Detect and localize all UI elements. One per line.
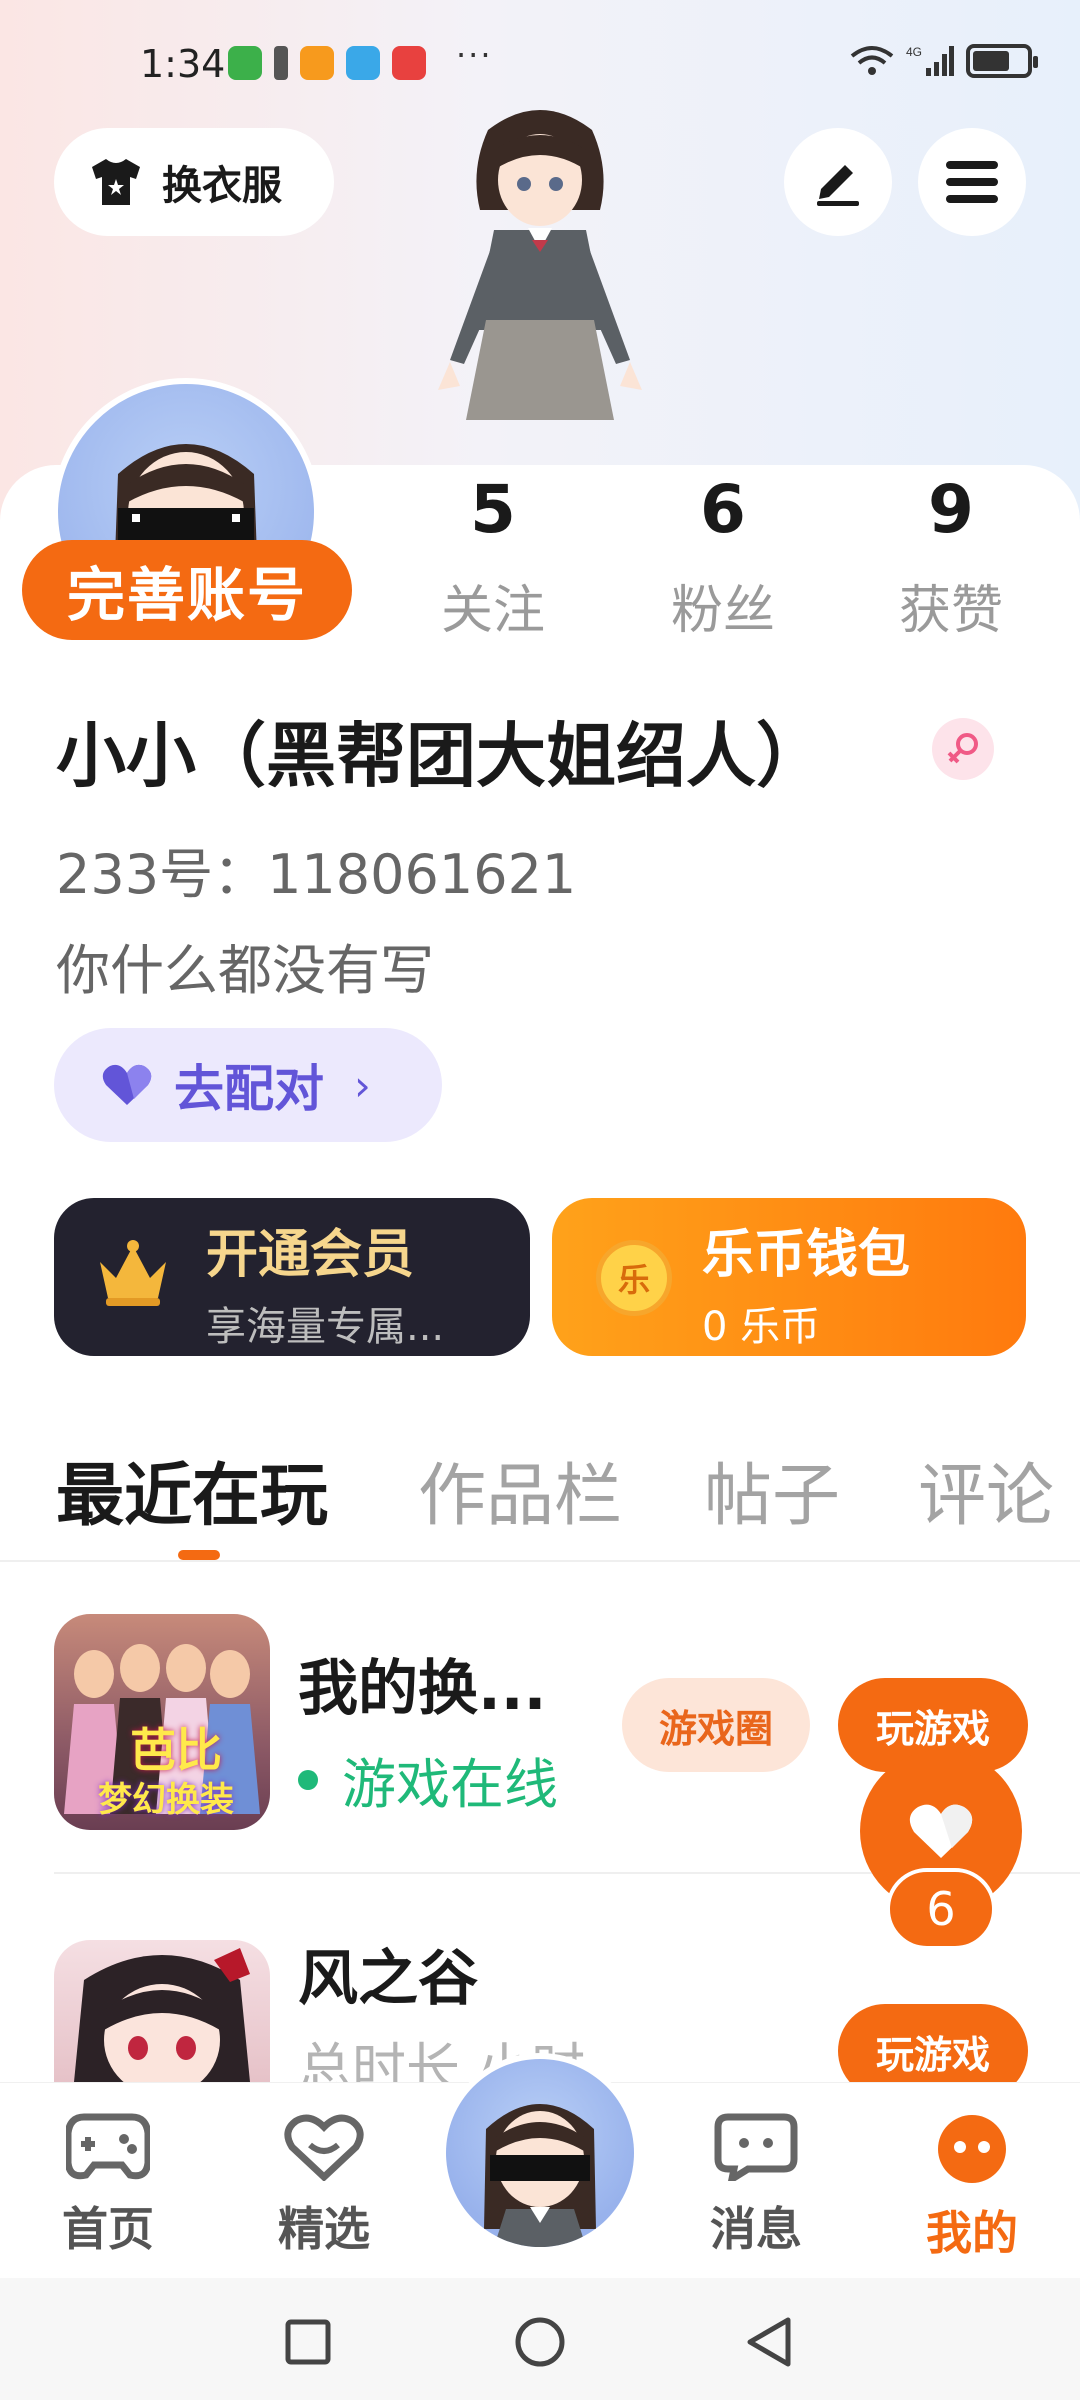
heart-icon	[102, 1064, 152, 1105]
wifi-icon	[850, 46, 894, 75]
vip-membership-card[interactable]: 开通会员 享海量专属...	[54, 1198, 530, 1356]
tab-posts[interactable]: 帖子	[704, 1440, 840, 1539]
change-outfit-button[interactable]: 换衣服	[54, 128, 334, 236]
username: 小小（黑帮团大姐绍人）	[56, 715, 826, 797]
game-circle-button[interactable]: 游戏圈	[622, 1678, 810, 1772]
change-outfit-label: 换衣服	[162, 163, 282, 209]
game-name[interactable]: 我的换...	[298, 1640, 546, 1727]
tab-comments[interactable]: 评论	[918, 1440, 1054, 1539]
nav-avatar-portrait	[484, 2104, 596, 2247]
user-id[interactable]: 233号：118061621	[56, 830, 576, 909]
heart-icon	[909, 1804, 973, 1858]
menu-button[interactable]	[918, 128, 1026, 236]
game-status-label: 游戏在线	[342, 1753, 558, 1816]
like-count-badge: 6	[886, 1868, 996, 1950]
likes-count: 9	[928, 471, 974, 548]
wallet-balance: 0 乐币	[702, 1304, 821, 1350]
vip-title: 开通会员	[206, 1225, 415, 1285]
go-match-label: 去配对	[174, 1060, 324, 1118]
app-notification-icon	[228, 46, 262, 80]
hamburger-menu-icon	[946, 161, 998, 203]
signal-icon: 4G	[906, 45, 954, 76]
pen-icon	[817, 165, 859, 206]
game-thumbnail[interactable]: 芭比 梦幻换装	[54, 1614, 270, 1830]
game-thumbnail-subtitle: 梦幻换装	[98, 1780, 234, 1820]
likes-label: 获赞	[898, 581, 1003, 641]
stat-likes[interactable]: 9 获赞	[856, 470, 1046, 643]
wallet-title: 乐币钱包	[702, 1225, 911, 1285]
game-thumbnail[interactable]	[54, 1940, 270, 2082]
stat-following[interactable]: 5 关注	[398, 470, 588, 643]
more-notifications-icon: ···	[456, 36, 493, 74]
complete-account-button[interactable]: 完善账号	[22, 540, 352, 640]
following-label: 关注	[440, 581, 545, 641]
nav-me-label: 我的	[926, 2206, 1018, 2260]
nav-home-label: 首页	[62, 2202, 154, 2256]
bottom-navigation: 首页 精选 消息 我的	[0, 2053, 1080, 2278]
female-gender-icon	[932, 718, 994, 780]
tab-works[interactable]: 作品栏	[418, 1440, 622, 1539]
back-triangle-icon[interactable]	[744, 2316, 794, 2368]
home-circle-icon[interactable]	[514, 2316, 566, 2368]
game-name[interactable]: 风之谷	[298, 1930, 478, 2017]
tab-recently-played[interactable]: 最近在玩	[56, 1440, 328, 1539]
stat-followers[interactable]: 6 粉丝	[628, 470, 818, 643]
tshirt-icon	[92, 159, 140, 205]
content-tabs: 最近在玩 作品栏 帖子 评论	[0, 1440, 1080, 1560]
notification-icons	[228, 46, 426, 80]
video-app-icon	[300, 46, 334, 80]
following-count: 5	[470, 471, 516, 548]
svg-text:4G: 4G	[906, 45, 922, 59]
huawei-app-icon	[392, 46, 426, 80]
go-match-button[interactable]: 去配对 ›	[54, 1028, 442, 1142]
active-tab-indicator	[178, 1550, 220, 1560]
browser-app-icon	[346, 46, 380, 80]
edit-profile-button[interactable]	[784, 128, 892, 236]
nav-messages-label: 消息	[710, 2202, 802, 2256]
coin-wallet-card[interactable]: 乐 乐币钱包 0 乐币	[552, 1198, 1026, 1356]
followers-count: 6	[700, 471, 746, 548]
nav-featured-label: 精选	[278, 2202, 370, 2256]
avatar-character-figure	[438, 110, 642, 420]
nav-home[interactable]: 首页	[38, 2113, 178, 2259]
nav-me[interactable]: 我的	[902, 2113, 1042, 2263]
battery-icon	[966, 44, 1038, 78]
battery-level	[973, 51, 1009, 71]
chevron-right-icon: ›	[354, 1060, 371, 1110]
alert-icon	[274, 46, 288, 80]
nav-featured[interactable]: 精选	[254, 2113, 394, 2259]
female-symbol	[947, 733, 978, 764]
game-thumbnail-title: 芭比	[130, 1723, 222, 1777]
coin-icon: 乐	[596, 1240, 672, 1316]
vip-subtitle: 享海量专属...	[206, 1304, 445, 1350]
user-bio[interactable]: 你什么都没有写	[56, 926, 434, 1005]
crown-icon	[100, 1240, 166, 1306]
tabs-divider	[0, 1560, 1080, 1562]
online-dot-icon	[298, 1769, 318, 1790]
chat-bubble-icon	[714, 2113, 798, 2187]
system-status-icons: 4G	[850, 44, 1038, 78]
nav-messages[interactable]: 消息	[686, 2113, 826, 2259]
gamepad-icon	[64, 2113, 152, 2180]
system-navigation-bar	[0, 2278, 1080, 2400]
nav-avatar-button[interactable]	[446, 2059, 634, 2247]
game-online-status: 游戏在线	[298, 1740, 558, 1819]
status-time: 1:34	[140, 42, 226, 86]
followers-label: 粉丝	[670, 581, 775, 641]
heart-outline-icon	[284, 2114, 364, 2182]
face-icon	[938, 2115, 1006, 2183]
game-thumbnail-art	[74, 1948, 250, 2082]
recents-square-icon[interactable]	[284, 2318, 332, 2366]
